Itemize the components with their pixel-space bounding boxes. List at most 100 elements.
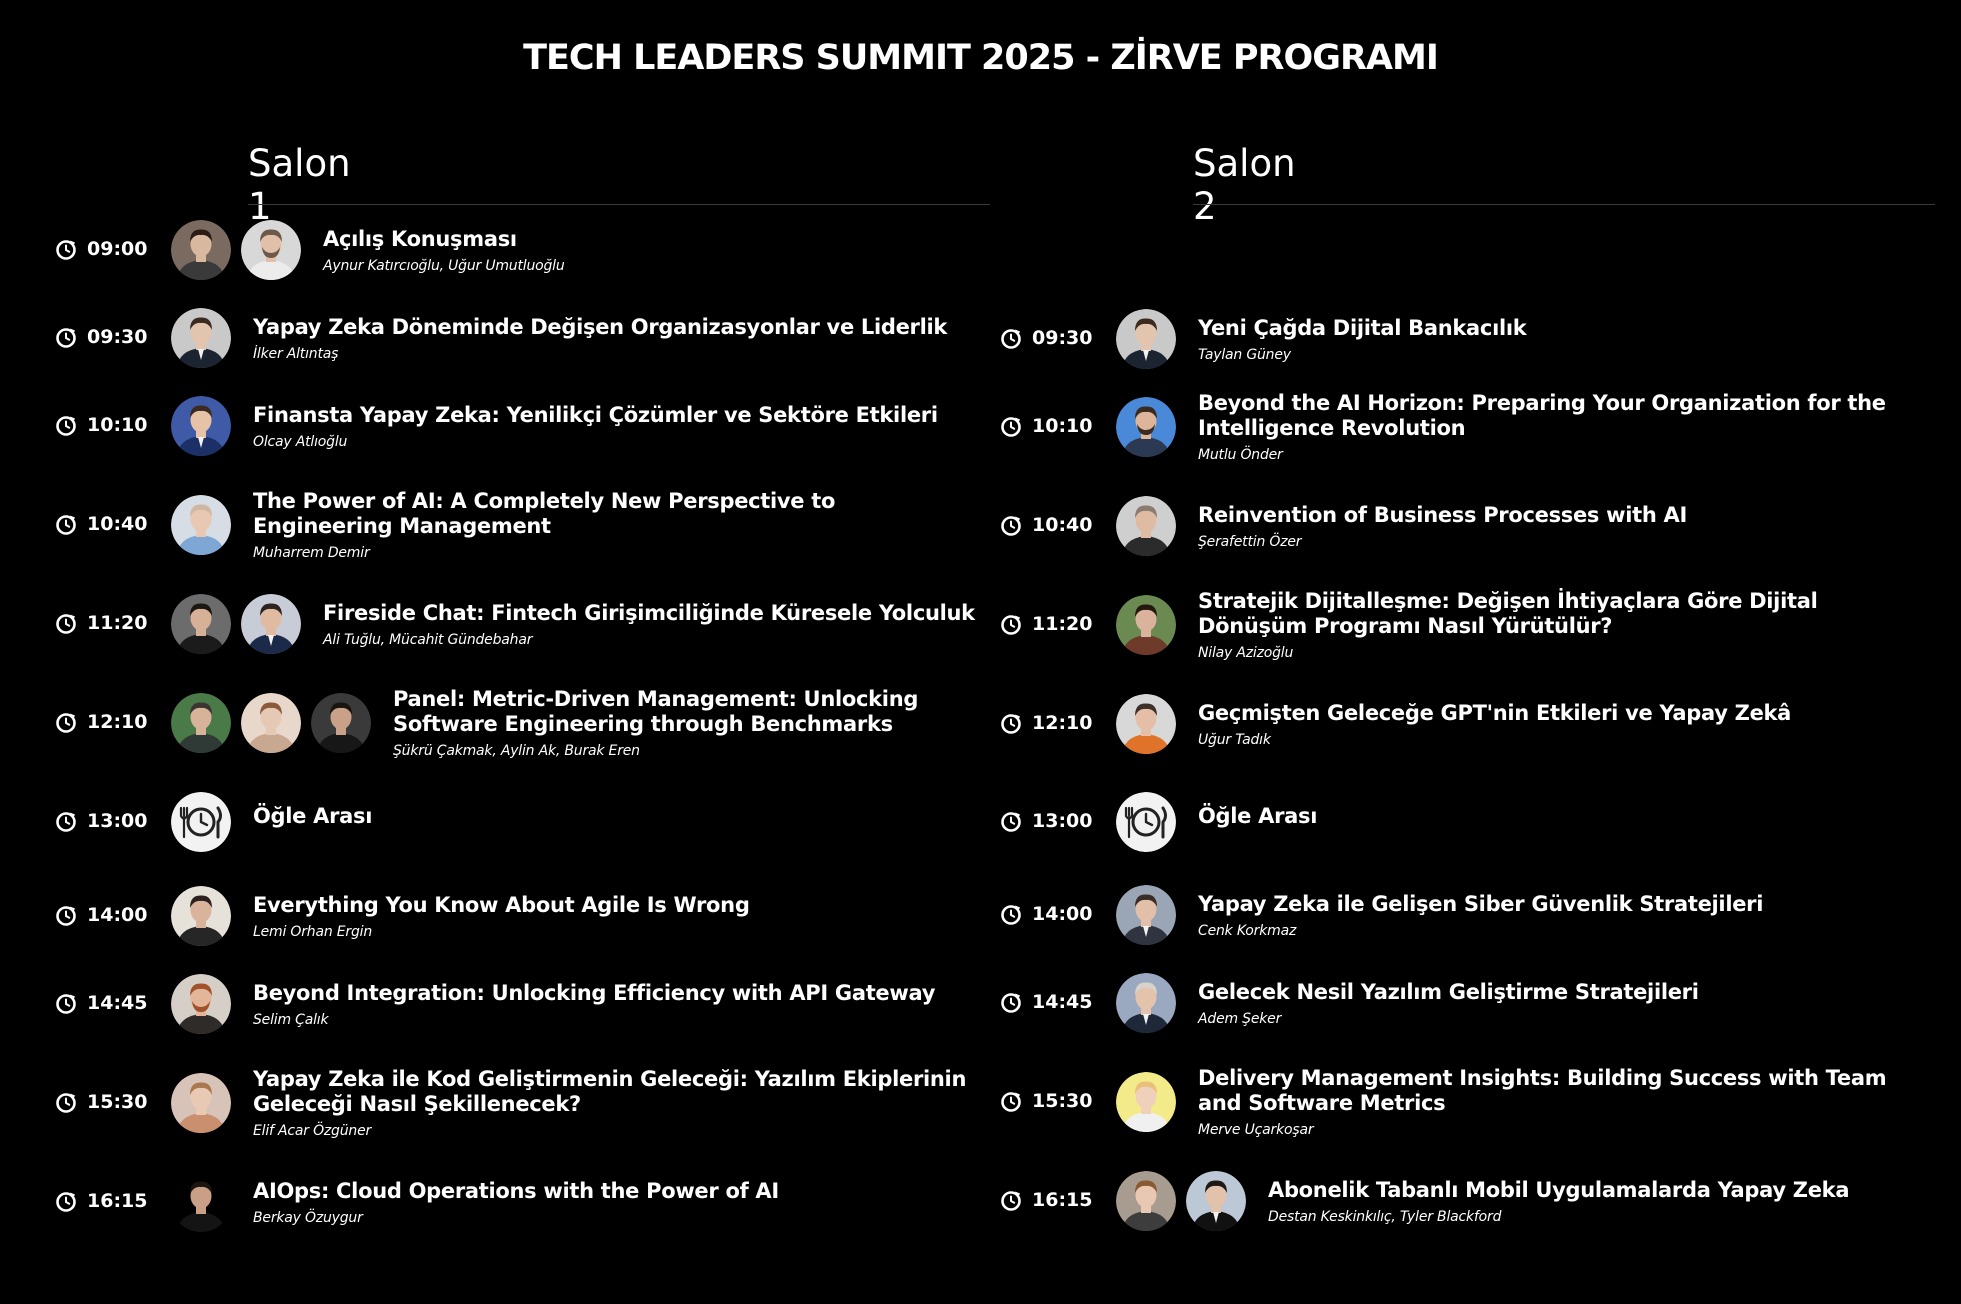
session-text: Yapay Zeka ile Kod Geliştirmenin Geleceğ… [253,1067,975,1139]
session-speakers: Mutlu Önder [1198,447,1283,463]
speaker-avatars [171,396,231,456]
clock-icon [1000,991,1022,1013]
session-title: Geçmişten Geleceğe GPT'nin Etkileri ve Y… [1198,701,1792,725]
speaker-avatars [171,1073,231,1133]
session-time: 14:00 [55,904,147,926]
speaker-avatar [171,594,231,654]
session-text: Everything You Know About Agile Is Wrong… [253,893,975,940]
speaker-avatars [1116,397,1176,457]
session-time-label: 16:15 [1032,1189,1093,1211]
session-time: 15:30 [55,1091,147,1113]
session-text: AIOps: Cloud Operations with the Power o… [253,1179,975,1226]
session-text: Yapay Zeka Döneminde Değişen Organizasyo… [253,315,975,362]
session-title: Stratejik Dijitalleşme: Değişen İhtiyaçl… [1198,589,1818,638]
session-time-label: 14:00 [87,904,148,926]
session-title: Yapay Zeka Döneminde Değişen Organizasyo… [253,315,948,339]
session-text: Öğle Arası [1198,804,1920,829]
session-time-label: 09:30 [1032,327,1093,349]
speaker-avatars [171,693,371,753]
session-title: Yapay Zeka ile Kod Geliştirmenin Geleceğ… [253,1067,967,1116]
session-text: Geçmişten Geleceğe GPT'nin Etkileri ve Y… [1198,701,1920,748]
clock-icon [55,904,77,926]
lunch-clock-icon [1116,792,1176,852]
session-time: 13:00 [1000,810,1092,832]
session-time: 14:45 [55,992,147,1014]
speaker-avatars [1116,1171,1246,1231]
speaker-avatar [171,693,231,753]
session-speakers: Muharrem Demir [253,545,370,561]
clock-icon [55,414,77,436]
speaker-avatars [1116,595,1176,655]
page-title: TECH LEADERS SUMMIT 2025 - ZİRVE PROGRAM… [523,38,1439,78]
session-time: 09:30 [1000,327,1092,349]
session-time: 09:30 [55,326,147,348]
session-time: 14:45 [1000,991,1092,1013]
session-text: Beyond Integration: Unlocking Efficiency… [253,981,975,1028]
speaker-avatar [171,396,231,456]
speaker-avatars [1116,496,1176,556]
session-text: Beyond the AI Horizon: Preparing Your Or… [1198,391,1920,463]
session-text: Stratejik Dijitalleşme: Değişen İhtiyaçl… [1198,589,1920,661]
speaker-avatars [1116,885,1176,945]
session-title: Abonelik Tabanlı Mobil Uygulamalarda Yap… [1268,1178,1850,1202]
session-time-label: 09:30 [87,326,148,348]
speaker-avatar [1186,1171,1246,1231]
session-speakers: Şerafettin Özer [1198,534,1302,550]
session-speakers: Ali Tuğlu, Mücahit Gündebahar [323,632,533,648]
session-time-label: 13:00 [1032,810,1093,832]
speaker-avatars [171,220,301,280]
clock-icon [1000,327,1022,349]
session-title: Reinvention of Business Processes with A… [1198,503,1687,527]
session-time-label: 16:15 [87,1190,148,1212]
session-time: 12:10 [55,711,147,733]
speaker-avatars [1116,792,1176,852]
session-time-label: 10:40 [87,513,148,535]
speaker-avatars [171,1172,231,1232]
session-title: AIOps: Cloud Operations with the Power o… [253,1179,779,1203]
session-text: Öğle Arası [253,804,975,829]
speaker-avatars [1116,694,1176,754]
salon-1-divider [248,204,990,205]
session-text: Abonelik Tabanlı Mobil Uygulamalarda Yap… [1268,1178,1920,1225]
session-time: 12:10 [1000,712,1092,734]
session-title: The Power of AI: A Completely New Perspe… [253,489,836,538]
session-speakers: Lemi Orhan Ergin [253,924,372,940]
speaker-avatar [1116,595,1176,655]
clock-icon [1000,810,1022,832]
session-speakers: Aynur Katırcıoğlu, Uğur Umutluoğlu [323,258,565,274]
session-time-label: 09:00 [87,238,148,260]
speaker-avatar [241,693,301,753]
speaker-avatars [1116,1072,1176,1132]
session-time: 15:30 [1000,1090,1092,1112]
lunch-clock-icon [171,792,231,852]
speaker-avatar [171,886,231,946]
speaker-avatars [171,792,231,852]
session-text: Fireside Chat: Fintech Girişimciliğinde … [323,601,975,648]
session-text: Panel: Metric-Driven Management: Unlocki… [393,687,975,759]
session-title: Delivery Management Insights: Building S… [1198,1066,1887,1115]
session-title: Finansta Yapay Zeka: Yenilikçi Çözümler … [253,403,938,427]
session-time: 10:40 [1000,514,1092,536]
clock-icon [55,1091,77,1113]
session-speakers: Taylan Güney [1198,347,1291,363]
session-time: 14:00 [1000,903,1092,925]
speaker-avatar [1116,1072,1176,1132]
clock-icon [1000,514,1022,536]
speaker-avatars [1116,309,1176,369]
speaker-avatar [1116,885,1176,945]
session-title: Öğle Arası [253,804,373,828]
session-speakers: Elif Acar Özgüner [253,1123,372,1139]
salon-2-title: Salon 2 [1193,142,1296,228]
session-time: 13:00 [55,810,147,832]
session-text: Reinvention of Business Processes with A… [1198,503,1920,550]
session-time-label: 10:10 [1032,415,1093,437]
session-text: Delivery Management Insights: Building S… [1198,1066,1920,1138]
speaker-avatars [1116,973,1176,1033]
session-time: 09:00 [55,238,147,260]
speaker-avatar [171,220,231,280]
session-time-label: 11:20 [87,612,148,634]
speaker-avatar [171,1172,231,1232]
session-time-label: 15:30 [87,1091,148,1113]
session-speakers: Selim Çalık [253,1012,329,1028]
session-speakers: Adem Şeker [1198,1011,1282,1027]
